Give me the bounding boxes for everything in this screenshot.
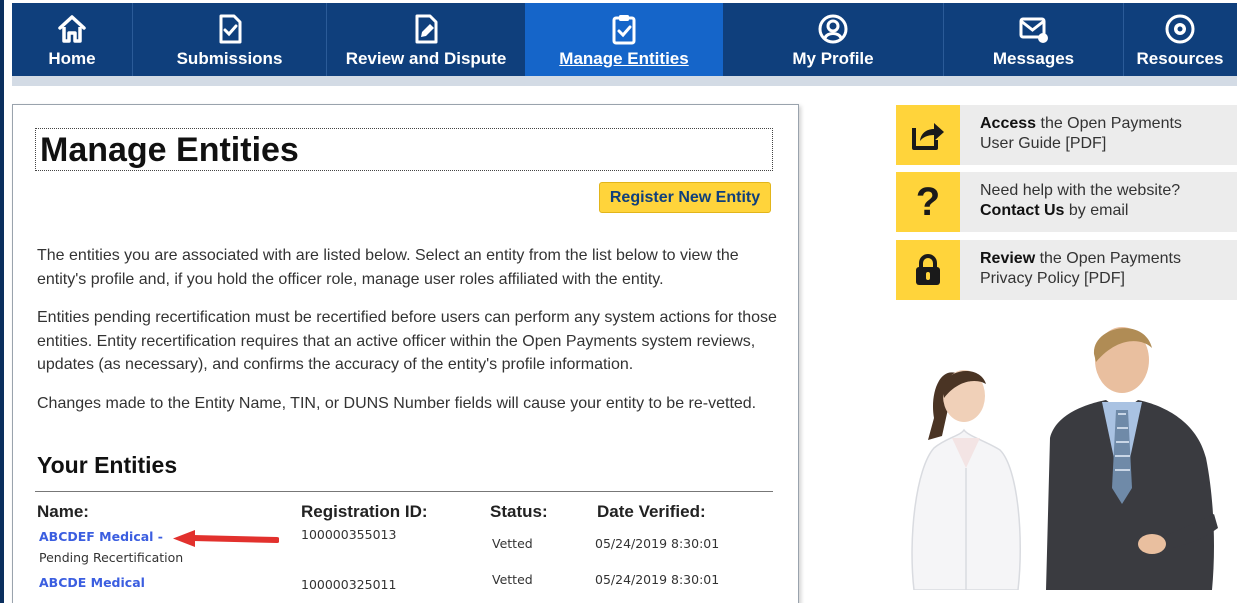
nav-bottom-strip bbox=[12, 76, 1237, 86]
nav-home[interactable]: Home bbox=[12, 3, 132, 76]
nav-my-profile[interactable]: My Profile bbox=[723, 3, 943, 76]
home-icon bbox=[58, 15, 86, 43]
nav-submissions[interactable]: Submissions bbox=[133, 3, 326, 76]
lock-icon bbox=[916, 254, 940, 285]
user-guide-text: Access the Open Payments User Guide [PDF… bbox=[980, 114, 1182, 154]
nav-review-label: Review and Dispute bbox=[345, 49, 507, 68]
date-verified-cell: 05/24/2019 8:30:01 bbox=[595, 536, 720, 551]
registration-id-cell: 100000325011 bbox=[301, 577, 397, 592]
nav-home-label: Home bbox=[48, 49, 96, 68]
changes-paragraph: Changes made to the Entity Name, TIN, or… bbox=[37, 395, 757, 412]
your-entities-heading: Your Entities bbox=[37, 452, 178, 478]
left-edge-bar bbox=[0, 0, 4, 603]
profile-icon bbox=[818, 14, 848, 44]
nav-messages-label: Messages bbox=[992, 49, 1075, 68]
section-divider bbox=[35, 491, 773, 492]
column-header-status: Status: bbox=[490, 502, 548, 521]
share-icon-tile bbox=[896, 105, 960, 165]
status-cell: Vetted bbox=[492, 536, 533, 551]
intro-paragraph: The entities you are associated with are… bbox=[37, 247, 739, 288]
entity-link-abcde-medical[interactable]: ABCDE Medical bbox=[39, 575, 145, 590]
date-verified-cell: 05/24/2019 8:30:01 bbox=[595, 572, 720, 587]
red-arrow-annotation bbox=[173, 530, 279, 547]
contact-us-link[interactable]: Contact Us bbox=[980, 202, 1064, 219]
page-title: Manage Entities bbox=[40, 131, 299, 169]
review-rest: the Open Payments bbox=[1035, 250, 1181, 267]
top-nav: Home Submissions Review and Dispute Mana… bbox=[12, 3, 1237, 76]
submissions-icon bbox=[219, 14, 241, 44]
nav-profile-label: My Profile bbox=[792, 49, 874, 68]
registration-id-cell: 100000355013 bbox=[301, 527, 397, 542]
review-bold: Review bbox=[980, 250, 1036, 267]
user-guide-box[interactable]: Access the Open Payments User Guide [PDF… bbox=[896, 105, 1237, 165]
status-cell: Vetted bbox=[492, 572, 533, 587]
privacy-policy-link[interactable]: Privacy Policy [PDF] bbox=[980, 270, 1125, 287]
lock-icon-tile bbox=[896, 240, 960, 300]
nav-review-dispute[interactable]: Review and Dispute bbox=[327, 3, 525, 76]
nav-submissions-label: Submissions bbox=[176, 49, 283, 68]
question-icon: ? bbox=[915, 179, 941, 224]
nav-manage-entities[interactable]: Manage Entities bbox=[525, 3, 723, 76]
nav-resources[interactable]: Resources bbox=[1124, 3, 1236, 76]
messages-icon bbox=[1019, 17, 1048, 43]
recertification-paragraph: Entities pending recertification must be… bbox=[37, 309, 777, 373]
help-line: Need help with the website? bbox=[980, 182, 1181, 199]
register-new-entity-button[interactable]: Register New Entity bbox=[599, 182, 771, 213]
column-header-date-verified: Date Verified: bbox=[597, 502, 706, 521]
clipboard-check-icon bbox=[612, 15, 636, 45]
user-guide-link[interactable]: User Guide [PDF] bbox=[980, 135, 1106, 152]
manage-entities-panel: Manage Entities Register New Entity The … bbox=[12, 104, 799, 603]
privacy-policy-text: Review the Open Payments Privacy Policy … bbox=[980, 249, 1181, 289]
share-arrow-icon bbox=[912, 123, 944, 150]
people-photo bbox=[911, 327, 1218, 590]
access-rest: the Open Payments bbox=[1036, 115, 1182, 132]
page-title-box: Manage Entities bbox=[35, 128, 773, 171]
entity-link-abcdef-medical[interactable]: ABCDEF Medical - bbox=[39, 529, 163, 544]
contact-us-box[interactable]: ? Need help with the website? Contact Us… bbox=[896, 172, 1237, 232]
privacy-policy-box[interactable]: Review the Open Payments Privacy Policy … bbox=[896, 240, 1237, 300]
review-icon bbox=[415, 14, 438, 44]
column-header-registration-id: Registration ID: bbox=[301, 502, 428, 521]
column-header-name: Name: bbox=[37, 502, 89, 521]
access-bold: Access bbox=[980, 115, 1037, 132]
nav-resources-label: Resources bbox=[1136, 49, 1224, 68]
entity-pending-note: Pending Recertification bbox=[39, 550, 184, 565]
nav-manage-label: Manage Entities bbox=[559, 49, 689, 68]
nav-messages[interactable]: Messages bbox=[944, 3, 1123, 76]
question-icon-tile: ? bbox=[896, 172, 960, 232]
contact-rest: by email bbox=[1064, 202, 1129, 219]
resources-icon bbox=[1165, 14, 1195, 44]
contact-us-text: Need help with the website? Contact Us b… bbox=[980, 181, 1180, 221]
